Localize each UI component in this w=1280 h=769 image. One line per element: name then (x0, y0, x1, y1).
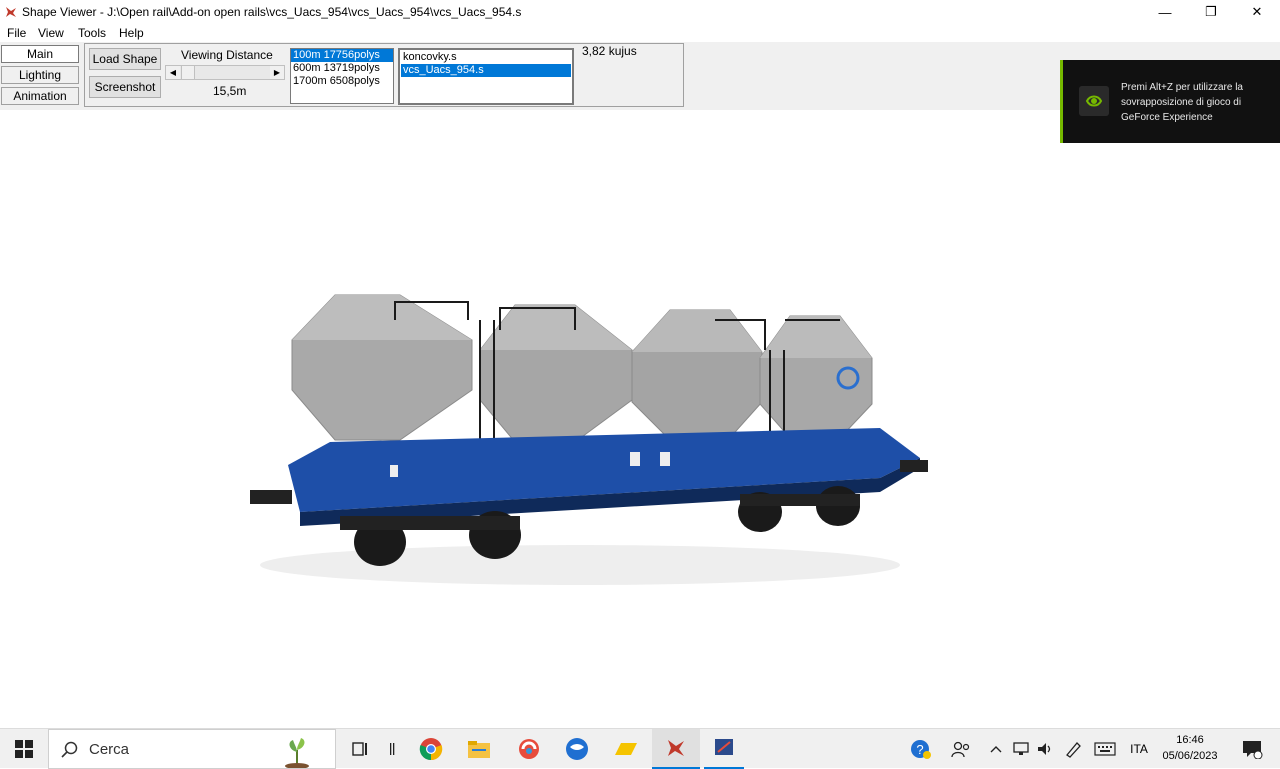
chevron-up-icon[interactable] (986, 729, 1006, 769)
menu-help[interactable]: Help (119, 26, 144, 40)
menu-tools[interactable]: Tools (78, 26, 106, 40)
shape-viewer-taskbar-button[interactable] (652, 729, 700, 769)
taskbar-clock[interactable]: 16:46 05/06/2023 (1158, 732, 1222, 764)
app-icon-globe[interactable] (560, 729, 594, 769)
close-button[interactable]: ✕ (1234, 0, 1280, 24)
minimize-button[interactable]: — (1142, 0, 1188, 24)
search-icon (61, 741, 78, 758)
keyboard-icon[interactable] (1092, 729, 1118, 769)
taskbar-divider-icon (384, 729, 400, 769)
menu-file[interactable]: File (7, 26, 26, 40)
tab-main[interactable]: Main (1, 45, 79, 63)
windows-logo-icon (15, 740, 33, 758)
menu-bar: File View Tools Help (0, 24, 1280, 42)
title-bar: Shape Viewer - J:\Open rail\Add-on open … (0, 0, 1280, 24)
app-icon-red-swirl[interactable] (512, 729, 546, 769)
file-item[interactable]: vcs_Uacs_954.s (401, 64, 571, 77)
menu-view[interactable]: View (38, 26, 64, 40)
load-shape-button[interactable]: Load Shape (89, 48, 161, 70)
lod-list[interactable]: 100m 17756polys 600m 13719polys 1700m 65… (290, 48, 394, 104)
chrome-icon[interactable] (414, 729, 448, 769)
lod-item[interactable]: 600m 13719polys (291, 62, 393, 75)
maximize-button[interactable]: ❐ (1188, 0, 1234, 24)
slider-right-arrow-icon[interactable]: ▶ (270, 66, 284, 79)
search-placeholder: Cerca (89, 741, 130, 758)
tab-lighting[interactable]: Lighting (1, 66, 79, 84)
taskbar-search[interactable]: Cerca (48, 729, 336, 769)
slider-left-arrow-icon[interactable]: ◀ (166, 66, 180, 79)
window-title: Shape Viewer - J:\Open rail\Add-on open … (22, 5, 522, 19)
app-icon-tool[interactable] (704, 729, 744, 769)
task-view-icon[interactable] (348, 729, 372, 769)
network-icon[interactable] (1010, 729, 1032, 769)
help-notification-icon[interactable]: ? (906, 729, 936, 769)
geforce-overlay-text: Premi Alt+Z per utilizzare la sovrapposi… (1121, 82, 1243, 123)
geforce-overlay-notification[interactable]: Premi Alt+Z per utilizzare la sovrapposi… (1060, 60, 1280, 143)
start-button[interactable] (0, 729, 48, 769)
notification-center-icon[interactable] (1232, 729, 1272, 769)
windows-taskbar: Cerca ? ITA 16:46 05/06/2023 (0, 728, 1280, 769)
objects-count: 3,82 kujus (582, 44, 637, 58)
search-plant-icon (285, 738, 309, 768)
pen-icon[interactable] (1062, 729, 1084, 769)
language-indicator[interactable]: ITA (1124, 729, 1154, 769)
lod-item[interactable]: 100m 17756polys (291, 49, 393, 62)
svg-text:?: ? (916, 742, 923, 757)
tab-animation[interactable]: Animation (1, 87, 79, 105)
shape-viewer-app-icon (668, 740, 684, 756)
viewing-distance-label: Viewing Distance (181, 48, 273, 62)
file-explorer-icon[interactable] (462, 729, 496, 769)
volume-icon[interactable] (1034, 729, 1056, 769)
slider-thumb[interactable] (181, 66, 195, 79)
wagon-3d-viewport[interactable] (240, 280, 940, 600)
clock-time: 16:46 (1176, 734, 1204, 746)
screenshot-button[interactable]: Screenshot (89, 76, 161, 98)
viewing-distance-value: 15,5m (213, 84, 247, 98)
viewing-distance-slider[interactable]: ◀ ▶ (165, 65, 285, 80)
lod-item[interactable]: 1700m 6508polys (291, 75, 393, 88)
nvidia-logo-icon (1079, 86, 1109, 116)
file-list[interactable]: koncovky.s vcs_Uacs_954.s (398, 48, 574, 105)
app-icon-yellow[interactable] (608, 729, 644, 769)
clock-date: 05/06/2023 (1162, 750, 1218, 762)
people-icon[interactable] (948, 729, 974, 769)
file-item[interactable]: koncovky.s (401, 51, 571, 64)
shape-viewer-app-icon (6, 7, 16, 17)
